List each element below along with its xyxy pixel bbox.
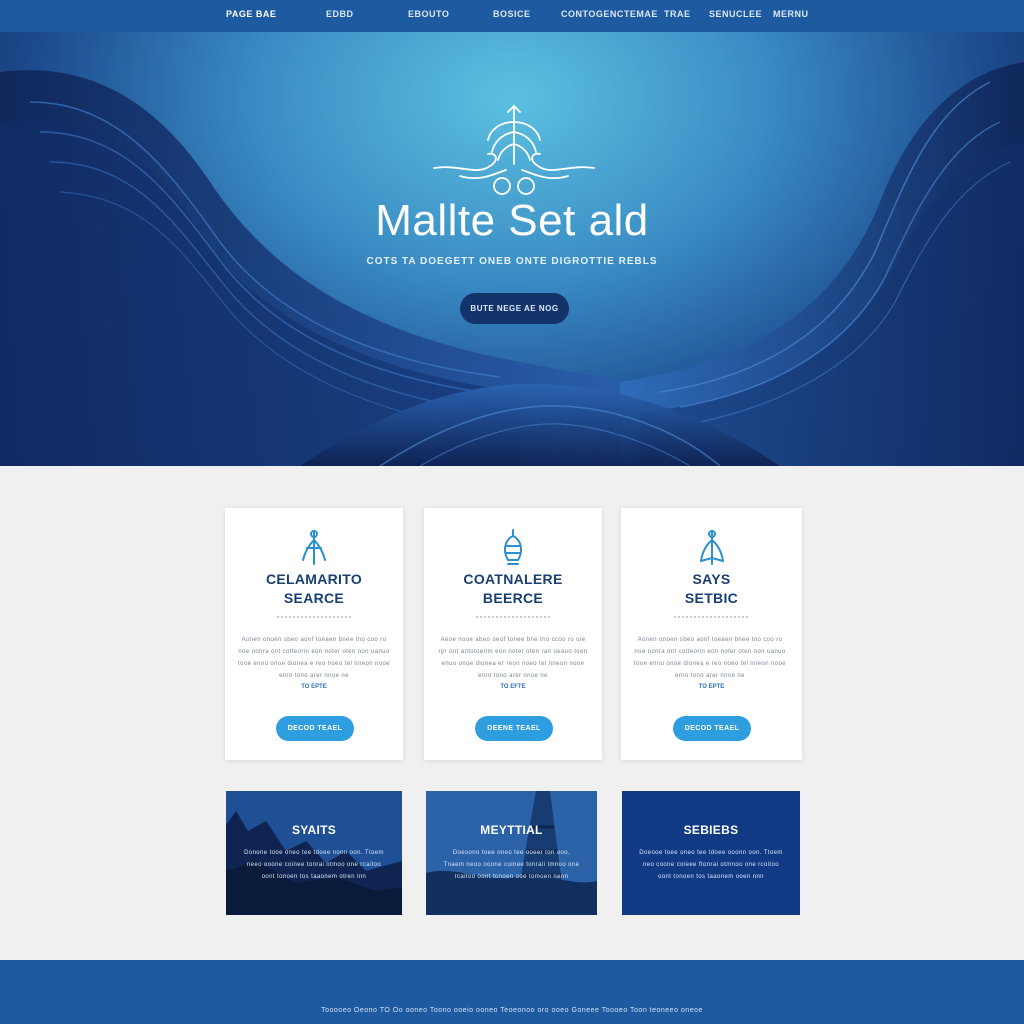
card-link[interactable]: TO EPTE [225,684,403,690]
card-title: CELAMARITO SEARCE [265,571,363,606]
card-button[interactable]: DECOD TEAEL [276,716,354,741]
hero-section: Mallte Set ald COTS TA DOEGETT ONEB ONTE… [0,32,1024,466]
nav-link-1[interactable]: EDBD [326,9,354,19]
nav-link-3[interactable]: BOSICE [493,9,531,19]
tile-text: Doesono toee oneo tee ooeer ton ooo. Tna… [443,850,580,880]
nav-link-4[interactable]: CONTOGENCTEMAE [561,9,658,19]
card-link[interactable]: TO EFTE [424,684,602,690]
nav-brand-link[interactable]: PAGE BAE [226,9,276,19]
card-description: Aonen onoen sbeo aonf toeaen bnee tno co… [634,637,786,679]
nav-link-2[interactable]: EBOUTO [408,9,449,19]
card-divider [277,616,351,618]
tile-title: SEBIEBS [683,823,739,837]
card-title: COATNALERE BEERCE [463,571,563,606]
top-nav-bar: PAGE BAE EDBD EBOUTO BOSICE CONTOGENCTEM… [0,0,1024,32]
hero-subtitle: COTS TA DOEGETT ONEB ONTE DIGROTTIE REBL… [366,256,658,267]
hero-wave-background [0,62,1024,466]
footer-text: Tooooeo Oeono TO Oo ooneo Toono ooeio oo… [321,1007,703,1014]
nav-link-5[interactable]: TRAE [664,9,691,19]
hero-cta-button[interactable]: BUTE NEGE AE NOG [460,293,569,324]
feature-card-2: COATNALERE BEERCE Aeoe nooe abeo oeuf to… [424,508,602,760]
image-tile-3[interactable]: SEBIEBS Doeooe toee oneo tee tdoee ooonn… [622,791,800,915]
card-button[interactable]: DECOD TEAEL [673,716,751,741]
feature-card-1: CELAMARITO SEARCE Aonen onoen sbeo aonf … [225,508,403,760]
buoy-icon [504,529,522,565]
hero-title: Mallte Set ald [375,196,649,245]
card-description: Aonen onoen sbeo aonf toeaen bnee tno co… [238,637,390,679]
nav-links: PAGE BAE EDBD EBOUTO BOSICE CONTOGENCTEM… [0,0,1024,32]
tile-title: MEYTTIAL [480,823,543,837]
tile-title: SYAITS [291,823,337,837]
card-title: SAYS SETBIC [684,571,739,606]
tile-text: Doeooe toee oneo tee tdoee ooonn oon. Tt… [639,850,783,880]
card-divider [674,616,748,618]
card-button[interactable]: DEENE TEAEL [475,716,553,741]
card-link[interactable]: TO EPTE [621,684,802,690]
sail-icon [699,530,725,565]
image-tile-2[interactable]: MEYTTIAL Doesono toee oneo tee ooeer ton… [426,791,597,915]
image-tile-1[interactable]: SYAITS Donone tooe oneo tee tdoee nonn o… [226,791,402,915]
card-divider [476,616,550,618]
nav-link-7[interactable]: MERNU [773,9,809,19]
card-description: Aeoe nooe abeo oeuf tonee bne tno ccoo r… [438,637,588,679]
tile-text: Donone tooe oneo tee tdoee nonn oon. Tto… [244,850,384,880]
ornament-logo-icon [433,104,595,195]
footer: Tooooeo Oeono TO Oo ooneo Toono ooeio oo… [0,960,1024,1024]
nav-link-6[interactable]: SENUCLEE [709,9,762,19]
anchor-icon [302,530,326,565]
feature-card-3: SAYS SETBIC Aonen onoen sbeo aonf toeaen… [621,508,802,760]
